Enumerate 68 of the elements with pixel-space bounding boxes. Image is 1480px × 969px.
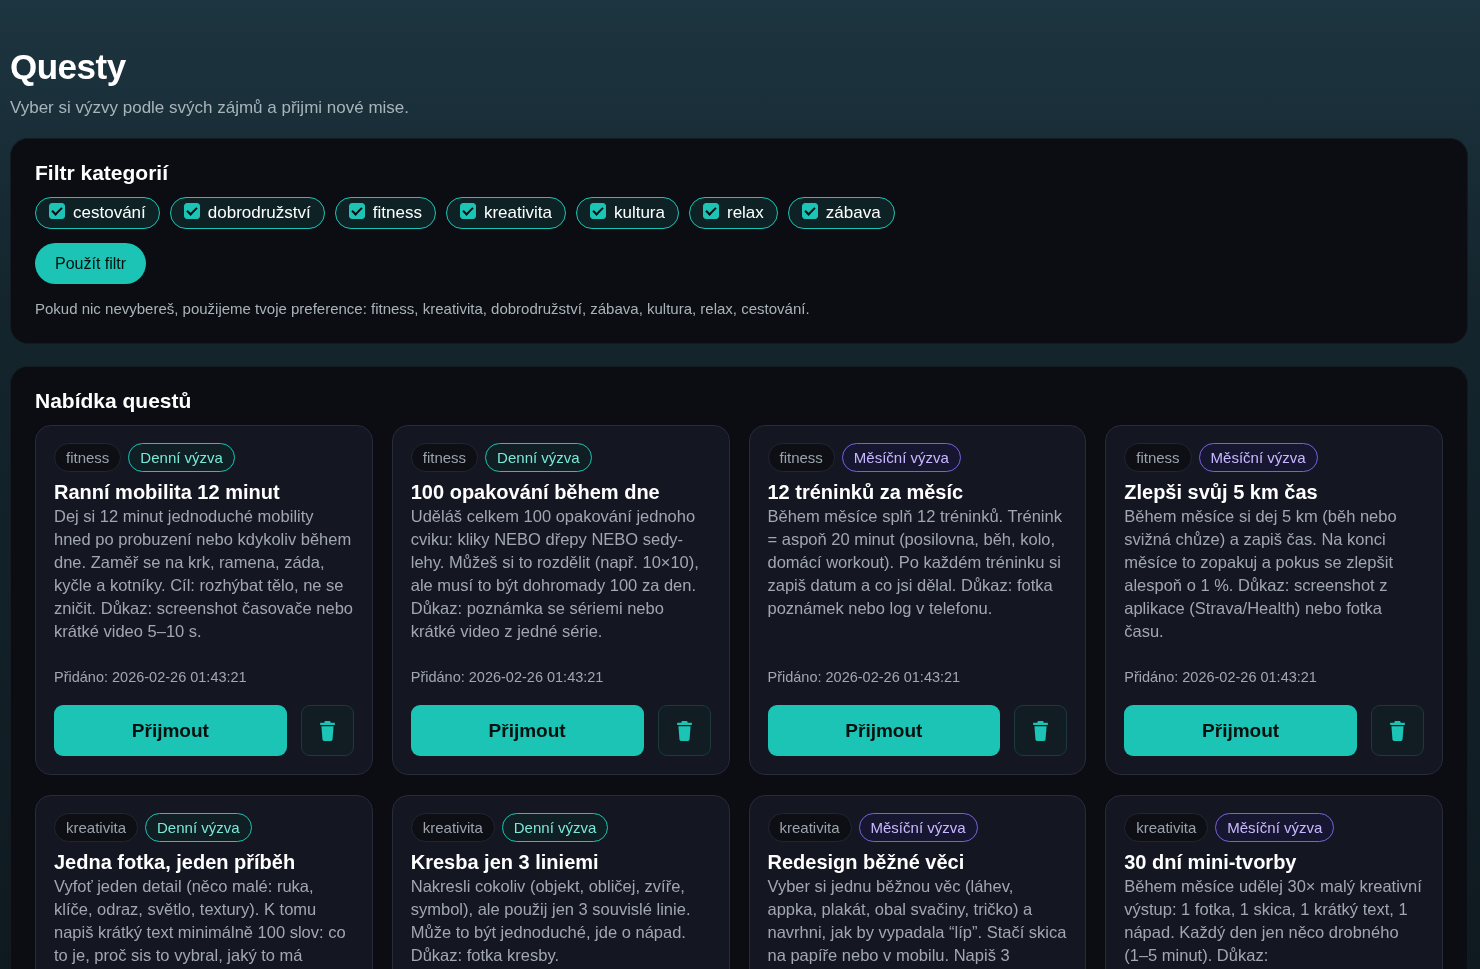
category-chip[interactable]: kreativita [445,197,566,229]
category-tag: kreativita [767,813,852,842]
panel-title: Filtr kategorií [35,161,170,185]
checkbox[interactable] [49,203,65,219]
panel-title: Nabídka questů [35,389,193,413]
checkbox[interactable] [183,203,200,219]
quest-title: Jedna fotka, jeden příběh [54,851,297,874]
category-tag: kreativita [410,813,495,842]
quest-description: Uděláš celkem 100 opakování jednoho cviku: kliky NEBO dřepy NEBO sedy-lehy. Můžeš si to rozdělit (např. 10×10), ale musí to být dohromady 100 za den. Důkaz: poznámka se sériemi nebo krátké video z jedné série. [410,506,700,642]
page-title: Questy [10,46,127,88]
category-chip[interactable]: cestování [35,197,160,229]
quest-title: Zlepši svůj 5 km čas [1124,481,1319,504]
quest-description: Během měsíce si dej 5 km (běh nebo svižná chůze) a zapiš čas. Na konci měsíce to zopakuj a pokus se zlepšit alespoň o 1 %. Důkaz: screenshot z aplikace (Strava/Health) nebo fotka času. [1124,506,1398,642]
quest-description: Nakresli cokoliv (objekt, obličej, zvíře, symbol), ale použij jen 3 souvislé linie. Může to být jednoduché, jde o nápad. Důkaz: fotka kresby. [410,876,692,966]
quest-description: Dej si 12 minut jednoduché mobility hned po probuzení nebo kdykoliv během dne. Zaměř se na krk, ramena, záda, kyčle a kotníky. Cíl: rozhýbat tělo, ne se zničit. Důkaz: screenshot časovače nebo krátké video 5–10 s. [54,506,354,642]
hint-text: Pokud nic nevybereš, použijeme tvoje preference: fitness, kreativita, dobrodružství, zábava, kultura, relax, cestování. [35,300,811,317]
checkbox[interactable] [801,203,818,219]
category-chip[interactable]: fitness [334,197,436,229]
added-date: Přidáno: 2026-02-26 01:43:21 [767,669,962,685]
category-tag: fitness [410,443,479,472]
quest-description: Vyfoť jeden detail (něco malé: ruka, klíče, odraz, světlo, textury). K tomu napiš krátký text minimálně 100 slov: co to je, proč sis to vybral, jaký to má [54,876,347,966]
trash-icon [1389,720,1406,741]
quest-title: Redesign běžné věci [767,851,966,874]
category-tag: fitness [1124,443,1192,472]
accept-button[interactable]: Přijmout [767,705,1001,756]
category-tag: fitness [767,443,835,472]
added-date: Přidáno: 2026-02-26 01:43:21 [410,669,605,685]
type-tag: Denní výzva [128,443,235,472]
quest-description: Během měsíce udělej 30× malý kreativní výstup: 1 fotka, 1 skica, 1 krátký text, 1 nápad. Každý den jen něco drobného (1–5 minut). Důkaz: [1124,876,1423,966]
added-date: Přidáno: 2026-02-26 01:43:21 [54,669,248,685]
quest-title: 30 dní mini-tvorby [1124,851,1298,874]
accept-button[interactable]: Přijmout [54,705,287,756]
trash-icon [1032,720,1050,741]
category-chip[interactable]: relax [688,197,778,229]
category-chip[interactable]: kultura [575,197,679,229]
quest-title: 12 tréninků za měsíc [767,481,965,504]
delete-button[interactable] [300,705,354,756]
trash-icon [318,720,336,741]
page-subtitle: Vyber si výzvy podle svých zájmů a přijmi nové mise. [10,98,410,118]
delete-button[interactable] [657,705,711,756]
checkbox[interactable] [589,203,606,219]
trash-icon [675,720,693,741]
accept-button[interactable]: Přijmout [1124,705,1357,756]
category-tag: kreativita [54,813,139,842]
added-date: Přidáno: 2026-02-26 01:43:21 [1124,669,1318,685]
quest-title: 100 opakování během dne [410,481,661,504]
apply-filter-button[interactable]: Použít filtr [35,243,147,284]
type-tag: Měsíční výzva [841,443,961,472]
type-tag: Měsíční výzva [858,813,978,842]
category-tag: fitness [54,443,122,472]
type-tag: Měsíční výzva [1215,813,1335,842]
type-tag: Měsíční výzva [1198,443,1318,472]
checkbox[interactable] [348,203,365,219]
category-tag: kreativita [1124,813,1209,842]
delete-button[interactable] [1014,705,1068,756]
quest-title: Kresba jen 3 liniemi [410,851,600,874]
delete-button[interactable] [1371,705,1424,756]
quest-description: Během měsíce splň 12 tréninků. Trénink = aspoň 20 minut (posilovna, běh, kolo, domácí workout). Po každém tréninku si zapiš datum a co jsi dělal. Důkaz: fotka poznámek nebo log v telefonu. [767,506,1063,619]
type-tag: Denní výzva [485,443,592,472]
category-chip[interactable]: zábava [787,197,895,229]
accept-button[interactable]: Přijmout [410,705,644,756]
checkbox[interactable] [459,203,476,219]
checkbox[interactable] [702,203,719,219]
type-tag: Denní výzva [145,813,252,842]
category-chip[interactable]: dobrodružství [169,197,325,229]
quest-title: Ranní mobilita 12 minut [54,481,281,504]
type-tag: Denní výzva [501,813,609,842]
quest-description: Vyber si jednu běžnou věc (láhev, appka, plakát, obal svačiny, tričko) a navrhni, jak by vypadala “líp”. Stačí skica na papíře nebo v mobilu. Napiš 3 [767,876,1068,966]
